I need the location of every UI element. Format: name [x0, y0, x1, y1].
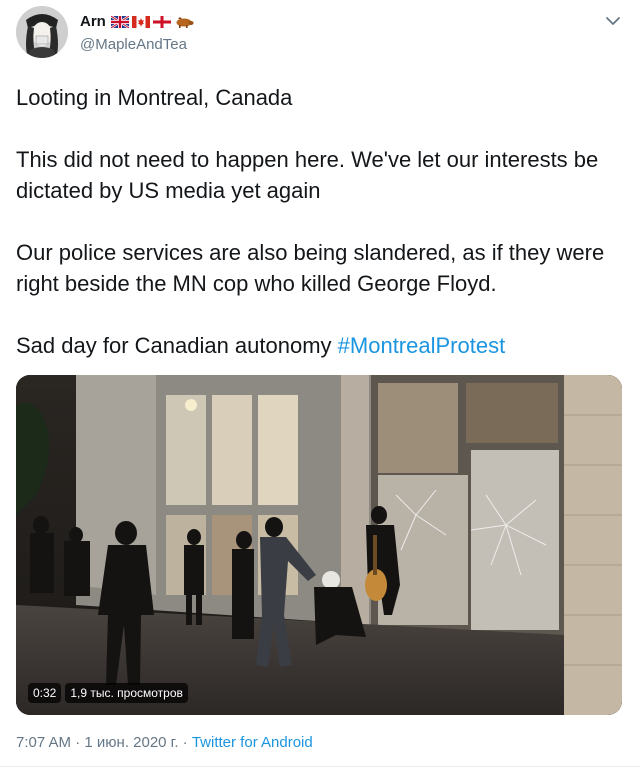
video-frame-image: [16, 375, 622, 715]
tweet-time[interactable]: 7:07 AM: [16, 734, 71, 751]
tweet-meta: 7:07 AM · 1 июн. 2020 г. · Twitter for A…: [16, 734, 313, 751]
video-views: 1,9 тыс. просмотров: [65, 683, 188, 703]
video-duration: 0:32: [28, 683, 62, 703]
tweet-paragraph: This did not need to happen here. We've …: [16, 147, 599, 203]
england-flag-icon: [152, 15, 171, 28]
canada-flag-icon: [131, 15, 150, 28]
tweet-source-link[interactable]: Twitter for Android: [192, 734, 313, 751]
boar-emoji-icon: [176, 16, 194, 28]
divider: [0, 766, 640, 767]
avatar-portrait-icon: [16, 6, 68, 58]
tweet-paragraph: Sad day for Canadian autonomy #MontrealP…: [16, 330, 624, 361]
tweet-paragraph-text: Sad day for Canadian autonomy: [16, 333, 338, 358]
tweet: Arn @MapleAndTea Looting in Montreal, Ca…: [0, 0, 640, 769]
video-player[interactable]: 0:32 1,9 тыс. просмотров: [16, 375, 622, 715]
uk-flag-icon: [110, 15, 129, 28]
author-display-name[interactable]: Arn: [80, 13, 106, 30]
author-flags: [110, 15, 194, 28]
author-name-row: Arn: [80, 13, 194, 30]
author-handle[interactable]: @MapleAndTea: [80, 36, 187, 53]
meta-separator: ·: [178, 734, 192, 751]
tweet-paragraph: Looting in Montreal, Canada: [16, 85, 293, 110]
meta-separator: ·: [71, 734, 85, 751]
hashtag-link[interactable]: #MontrealProtest: [338, 333, 506, 358]
tweet-date[interactable]: 1 июн. 2020 г.: [84, 734, 178, 751]
avatar[interactable]: [16, 6, 68, 58]
chevron-down-icon[interactable]: [604, 14, 622, 28]
tweet-text: Looting in Montreal, Canada This did not…: [16, 82, 624, 361]
tweet-paragraph: Our police services are also being sland…: [16, 240, 605, 296]
video-info-badge: 0:32 1,9 тыс. просмотров: [28, 683, 188, 703]
